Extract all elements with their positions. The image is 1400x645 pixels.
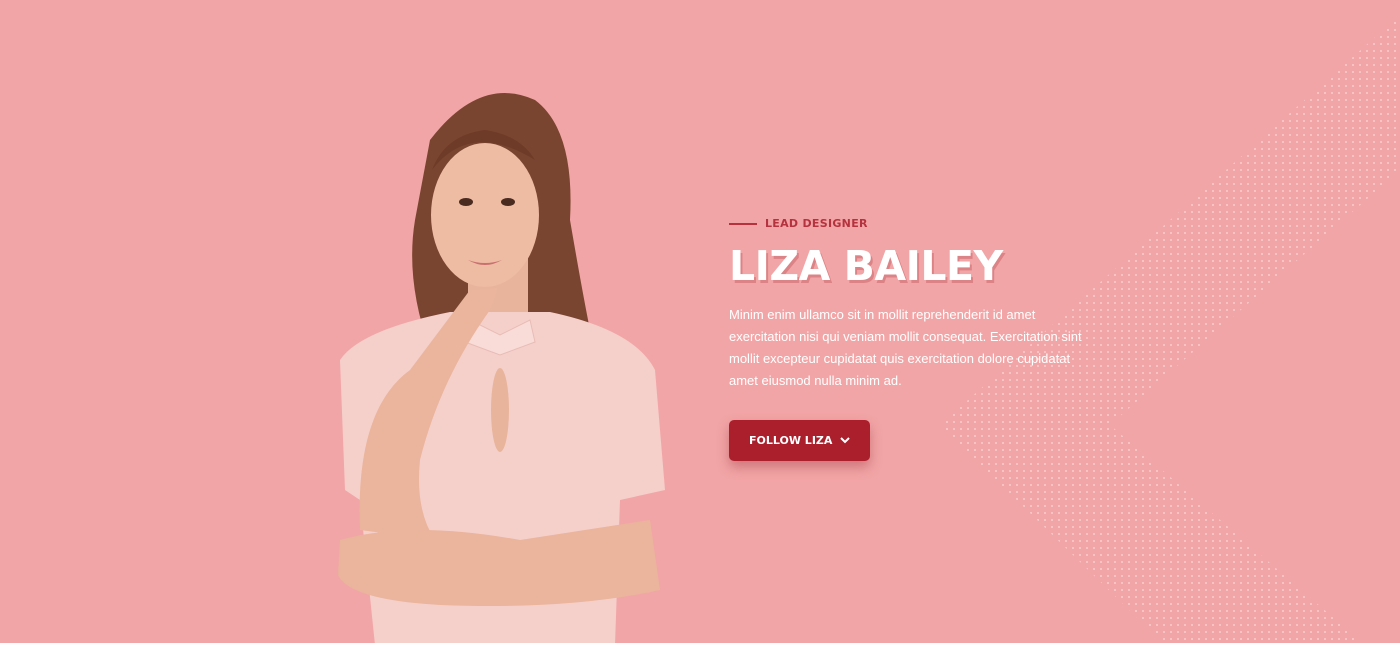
portrait-photo [338, 93, 665, 643]
eyebrow-line [729, 222, 757, 225]
chevron-down-icon [840, 437, 851, 444]
person-name: LIZA BAILEY [729, 242, 1003, 290]
follow-button[interactable]: FOLLOW LIZA [729, 420, 871, 461]
hero-section: LEAD DESIGNER LIZA BAILEY Minim enim ull… [0, 0, 1400, 643]
role-eyebrow: LEAD DESIGNER [729, 217, 1099, 230]
follow-button-label: FOLLOW LIZA [749, 434, 833, 447]
bio-text: Minim enim ullamco sit in mollit reprehe… [729, 307, 1082, 388]
dotted-chevron-pattern [940, 15, 1400, 643]
profile-content: LEAD DESIGNER LIZA BAILEY Minim enim ull… [729, 217, 1099, 461]
role-label: LEAD DESIGNER [765, 217, 868, 230]
